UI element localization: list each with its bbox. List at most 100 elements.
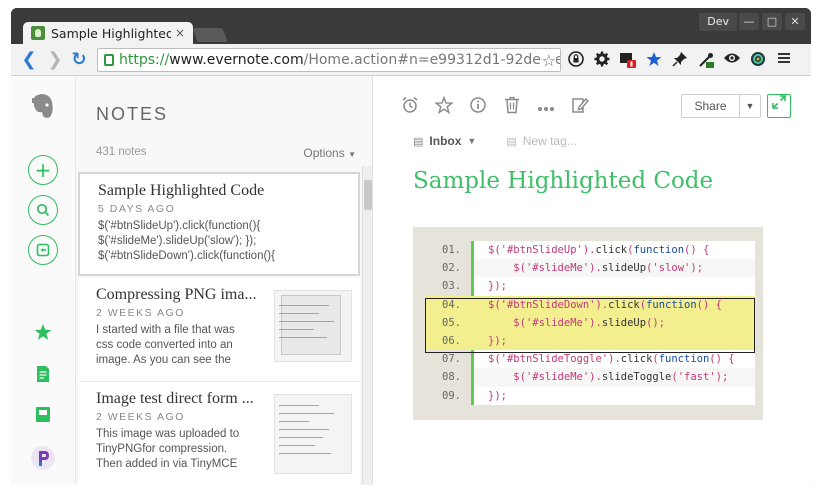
profile-badge[interactable]: Dev [699, 13, 737, 31]
code-line-text: }); [474, 386, 755, 405]
note-snippet: I started with a file that was css code … [96, 323, 256, 368]
note-item[interactable]: Compressing PNG ima... 2 WEEKS AGO I sta… [78, 278, 360, 382]
search-icon [28, 195, 58, 225]
info-icon[interactable] [467, 96, 489, 118]
snippet-line: $('#btnSlideDown').click(function(){ [98, 250, 275, 262]
scrollbar-thumb[interactable] [364, 180, 372, 210]
star-extension-icon[interactable] [645, 51, 663, 69]
snippet-line: Then added in via TinyMCE [96, 458, 238, 470]
settings-gear-icon[interactable] [593, 51, 611, 69]
maximize-button[interactable]: □ [762, 13, 782, 30]
code-line-text: $('#btnSlideDown').click(function() { [474, 295, 755, 314]
color-extension-icon[interactable] [749, 51, 767, 69]
notebook-selector[interactable]: Inbox [429, 134, 461, 148]
work-chat-icon [28, 235, 58, 265]
minimize-button[interactable]: — [739, 13, 759, 30]
notes-count: 431 notes [96, 146, 147, 158]
bookmark-star-icon[interactable]: ☆ [541, 51, 556, 70]
code-line-number: 03. [425, 277, 471, 296]
code-line-number: 02. [425, 259, 471, 278]
notes-icon[interactable] [27, 358, 59, 390]
tab-title: Sample Highlighted [51, 25, 171, 41]
snippet-line: I started with a file that was [96, 324, 235, 336]
notebook-icon: ▤ [413, 135, 424, 148]
note-meta-row: ▤ Inbox ▼ ▤ New tag... [413, 132, 577, 150]
shortcut-star-icon[interactable] [433, 95, 455, 118]
work-chat-button[interactable] [27, 234, 59, 266]
code-line-text: $('#btnSlideUp').click(function() { [474, 241, 755, 260]
url-host: www.evernote.com [169, 52, 304, 68]
forward-button[interactable]: ❯ [45, 50, 65, 70]
note-item[interactable]: Image test direct form ... 2 WEEKS AGO T… [78, 382, 360, 485]
code-line-text: }); [474, 331, 755, 351]
back-button[interactable]: ❮ [19, 50, 39, 70]
code-line-number: 06. [425, 331, 471, 351]
url-scheme: https:// [119, 52, 170, 68]
close-window-button[interactable]: ✕ [785, 13, 805, 30]
share-button[interactable]: Share ▼ [681, 94, 761, 118]
snippet-line: This image was uploaded to [96, 428, 240, 440]
tab-close-icon[interactable]: × [175, 26, 185, 40]
new-note-button[interactable]: + [27, 154, 59, 186]
new-tab-button[interactable] [192, 28, 228, 42]
code-line-number: 05. [425, 313, 471, 332]
chevron-down-icon[interactable]: ▼ [740, 101, 760, 111]
notes-list-panel: NOTES 431 notes Options ▼ Sample Highlig… [76, 76, 373, 485]
chevron-down-icon: ▼ [348, 150, 356, 159]
code-line-text: }); [474, 277, 755, 296]
chevron-down-icon[interactable]: ▼ [467, 136, 476, 146]
expand-button[interactable] [767, 94, 791, 118]
privacy-extension-icon[interactable] [567, 51, 585, 69]
snippet-line: $('#slideMe').slideUp('slow'); }); [98, 235, 257, 247]
code-line: 07. $('#btnSlideToggle').click(function()… [425, 350, 755, 369]
eyedropper-extension-icon[interactable] [697, 51, 715, 69]
share-label: Share [682, 95, 740, 117]
browser-tab[interactable]: Sample Highlighted × [23, 22, 193, 44]
secure-lock-icon [104, 54, 114, 66]
thumbnail-dialog-image [281, 295, 341, 355]
notes-heading: NOTES [96, 104, 169, 124]
snippet-line: TinyPNGfor compression. [96, 443, 228, 455]
note-item[interactable]: Sample Highlighted Code 5 DAYS AGO $('#b… [78, 172, 360, 276]
browser-window: Sample Highlighted × Dev — □ ✕ ❮ ❯ ↻ htt… [11, 8, 811, 485]
code-line-number: 01. [425, 241, 471, 260]
tag-input[interactable]: New tag... [523, 134, 577, 148]
code-image: 01. $('#btnSlideUp').click(function() {02… [413, 227, 763, 420]
note-title-field[interactable]: Sample Highlighted Code [413, 168, 713, 194]
reload-button[interactable]: ↻ [69, 50, 89, 70]
options-dropdown[interactable]: Options ▼ [303, 146, 356, 160]
notification-extension-icon[interactable] [619, 51, 637, 69]
pin-extension-icon[interactable] [671, 51, 689, 69]
expand-icon [772, 95, 786, 109]
code-line: 02. $('#slideMe').slideUp('slow'); [425, 259, 755, 278]
address-bar[interactable]: https:// www.evernote.com /Home.action#n… [97, 48, 561, 72]
new-note-icon: + [28, 155, 58, 185]
browser-menu-icon[interactable] [775, 51, 793, 69]
search-button[interactable] [27, 194, 59, 226]
snippet-line: $('#btnSlideUp').click(function(){ [98, 220, 261, 232]
evernote-elephant-icon[interactable] [27, 90, 59, 122]
note-snippet: $('#btnSlideUp').click(function(){ $('#s… [98, 219, 340, 264]
note-title: Compressing PNG ima... [96, 286, 256, 303]
code-line: 06.}); [425, 331, 755, 351]
browser-toolbar: ❮ ❯ ↻ https:// www.evernote.com /Home.ac… [11, 44, 811, 76]
eye-extension-icon[interactable] [723, 51, 741, 69]
note-date: 5 DAYS AGO [98, 203, 176, 215]
url-path: /Home.action#n=e99312d1-92de-4ee2-84' [303, 52, 560, 68]
code-block: 01. $('#btnSlideUp').click(function() {02… [425, 241, 755, 405]
trash-icon[interactable] [501, 96, 523, 118]
presentation-icon[interactable] [569, 96, 591, 118]
note-snippet: This image was uploaded to TinyPNGfor co… [96, 427, 256, 472]
notes-scrollbar[interactable] [362, 166, 372, 485]
note-title: Image test direct form ... [96, 390, 254, 407]
code-line: 01. $('#btnSlideUp').click(function() { [425, 241, 755, 260]
code-line-number: 08. [425, 368, 471, 387]
reminder-icon[interactable] [399, 96, 421, 118]
code-line: 04. $('#btnSlideDown').click(function() { [425, 295, 755, 314]
note-title: Sample Highlighted Code [98, 182, 265, 199]
more-icon[interactable] [535, 96, 557, 118]
account-avatar-icon[interactable] [27, 442, 59, 474]
shortcuts-star-icon[interactable] [27, 316, 59, 348]
code-line: 03.}); [425, 277, 755, 296]
notebooks-icon[interactable] [27, 398, 59, 430]
